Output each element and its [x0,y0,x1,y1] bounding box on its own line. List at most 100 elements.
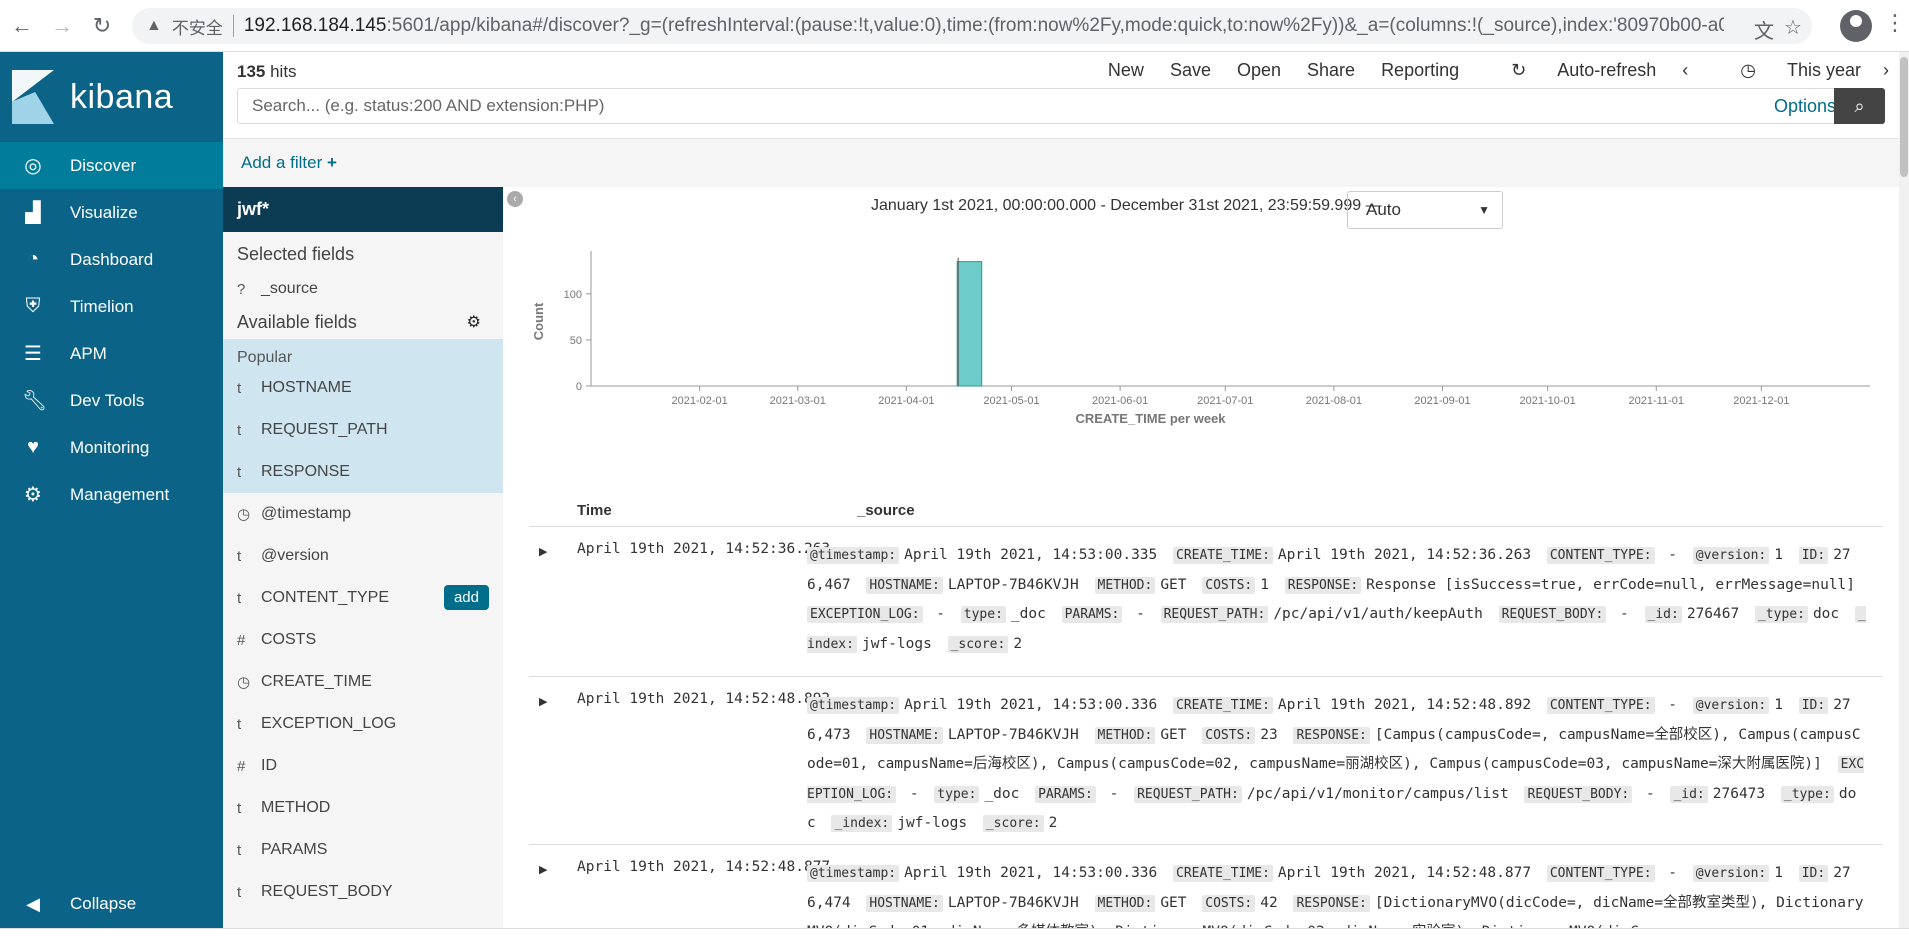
x-axis-label: CREATE_TIME per week [1075,411,1226,426]
field-type-icon: ◷ [237,506,251,523]
source-field-key: COSTS: [1202,576,1256,594]
source-field-value: - [901,785,928,802]
source-field-value: 42 [1260,894,1278,911]
filter-bar: Add a filter + [223,138,1899,187]
collapse-button[interactable]: ◀ Collapse [0,880,223,928]
sidebar-item-apm[interactable]: ☰ APM [0,330,223,377]
expand-caret-icon[interactable]: ▶ [539,545,547,558]
reporting-button[interactable]: Reporting [1381,60,1459,81]
x-tick-label: 2021-02-01 [671,395,727,407]
source-field-key: HOSTNAME: [866,576,943,594]
expand-caret-icon[interactable]: ▶ [539,695,547,708]
histogram-chart: 0 50 100 2021-02-01 2021-03-01 2021-04-01 2021… [531,251,1870,426]
field-item-id[interactable]: # ID [223,745,503,787]
top-menu: New Save Open Share Reporting ↻ Auto-ref… [1082,60,1889,81]
new-button[interactable]: New [1108,60,1144,81]
source-cell: @timestamp: April 19th 2021, 14:53:00.336… [807,691,1867,839]
source-field-value: 276473 [1712,785,1766,802]
sidebar-item-timelion[interactable]: ⛨ Timelion [0,283,223,330]
field-item-params[interactable]: t PARAMS [223,829,503,871]
sidebar-item-dashboard[interactable]: ◔ Dashboard [0,236,223,283]
sidebar-item-management[interactable]: ⚙ Management [0,471,223,518]
source-field-value: April 19th 2021, 14:53:00.336 [904,697,1158,713]
scrollbar-thumb[interactable] [1900,57,1908,177]
kibana-logo[interactable]: kibana [0,52,223,142]
time-next-icon[interactable]: › [1883,60,1889,81]
column-header-time[interactable]: Time [577,502,612,519]
refresh-icon: ↻ [1511,60,1532,80]
time-picker-button[interactable]: ◷ This year [1714,60,1861,81]
back-icon[interactable]: ← [4,8,40,44]
source-field-key: COSTS: [1202,894,1256,912]
source-field-key: _score: [947,635,1009,653]
time-prev-icon[interactable]: ‹ [1682,60,1688,81]
field-item-content-type[interactable]: t CONTENT_TYPE add [223,577,503,619]
gear-icon[interactable]: ⚙ [467,312,481,332]
source-field-value: 276467 [1686,606,1740,622]
address-bar[interactable]: ▲ 不安全 192.168.184.145:5601/app/kibana#/d… [132,8,1812,44]
gear-icon: ⚙ [24,484,42,506]
source-field-value: - [1127,606,1154,622]
x-tick-label: 2021-08-01 [1306,395,1362,407]
star-icon[interactable]: ☆ [1784,15,1802,40]
page-scrollbar[interactable] [1899,52,1909,928]
expand-caret-icon[interactable]: ▶ [539,863,547,876]
source-field-key: METHOD: [1094,576,1156,594]
field-list: jwf* Selected fields ? _source Available… [223,187,503,928]
field-item-response[interactable]: t RESPONSE [223,451,503,493]
open-button[interactable]: Open [1237,60,1281,81]
forward-icon[interactable]: → [44,8,80,44]
y-tick-label: 0 [576,381,582,393]
search-input[interactable]: Search... (e.g. status:200 AND extension… [237,88,1853,124]
sidebar-item-dev-tools[interactable]: 🔧︎ Dev Tools [0,377,223,424]
table-row[interactable]: ▶ April 19th 2021, 14:52:48.892 @timesta… [529,676,1883,844]
status-strip [0,928,1909,946]
available-fields-header: Available fields ⚙ [237,311,481,332]
chevron-down-icon: ▼ [1478,203,1490,217]
field-item-create-time[interactable]: ◷ CREATE_TIME [223,661,503,703]
field-type-icon: t [237,421,242,439]
field-item-costs[interactable]: # COSTS [223,619,503,661]
x-tick-label: 2021-09-01 [1414,395,1470,407]
field-item-source[interactable]: ? _source [223,273,503,305]
options-link[interactable]: Options [1774,96,1836,117]
table-row[interactable]: ▶ April 19th 2021, 14:52:36.263 @timesta… [529,526,1883,676]
field-item-method[interactable]: t METHOD [223,787,503,829]
source-field-key: CONTENT_TYPE: [1546,547,1655,564]
reload-icon[interactable]: ↻ [84,8,120,44]
translate-icon[interactable]: 文 [1754,15,1774,44]
profile-avatar-icon[interactable] [1840,10,1872,42]
field-item-request-body[interactable]: t REQUEST_BODY [223,871,503,913]
add-filter-link[interactable]: Add a filter + [241,153,337,173]
source-cell: @timestamp: April 19th 2021, 14:53:00.336… [807,859,1867,928]
share-button[interactable]: Share [1307,60,1355,81]
source-field-key: REQUEST_BODY: [1498,606,1607,623]
hits-count: 135 hits [237,62,297,81]
add-field-button[interactable]: add [443,585,489,610]
field-item-exception-log[interactable]: t EXCEPTION_LOG [223,703,503,745]
url-text[interactable]: 192.168.184.145:5601/app/kibana#/discove… [244,15,1724,37]
bar-chart-icon: ▟ [25,202,41,224]
divider [232,15,234,37]
sidebar-item-monitoring[interactable]: ♥ Monitoring [0,424,223,471]
table-row[interactable]: ▶ April 19th 2021, 14:52:48.877 @timesta… [529,844,1883,928]
source-field-key: @timestamp: [807,697,900,714]
save-button[interactable]: Save [1170,60,1211,81]
auto-refresh-button[interactable]: ↻ Auto-refresh [1485,60,1656,81]
field-item-hostname[interactable]: t HOSTNAME [223,367,503,409]
column-header-source[interactable]: _source [857,502,915,519]
field-item-request-path[interactable]: t REQUEST_PATH [223,409,503,451]
kibana-logo-icon [12,70,54,124]
sidebar-item-visualize[interactable]: ▟ Visualize [0,189,223,236]
index-pattern-title[interactable]: jwf* [223,187,503,232]
source-field-value: 2 [1048,815,1058,831]
search-button[interactable]: ⌕ [1834,88,1885,124]
field-item-version[interactable]: t @version [223,535,503,577]
field-type-icon: t [237,463,242,481]
collapse-sidebar-icon[interactable]: ‹ [507,191,523,207]
menu-kebab-icon[interactable]: ⋮ [1884,10,1906,36]
source-field-key: CREATE_TIME: [1173,697,1273,714]
interval-select[interactable]: Auto ▼ [1347,191,1503,229]
sidebar-item-discover[interactable]: ◎ Discover [0,142,223,189]
field-item-timestamp[interactable]: ◷ @timestamp [223,493,503,535]
